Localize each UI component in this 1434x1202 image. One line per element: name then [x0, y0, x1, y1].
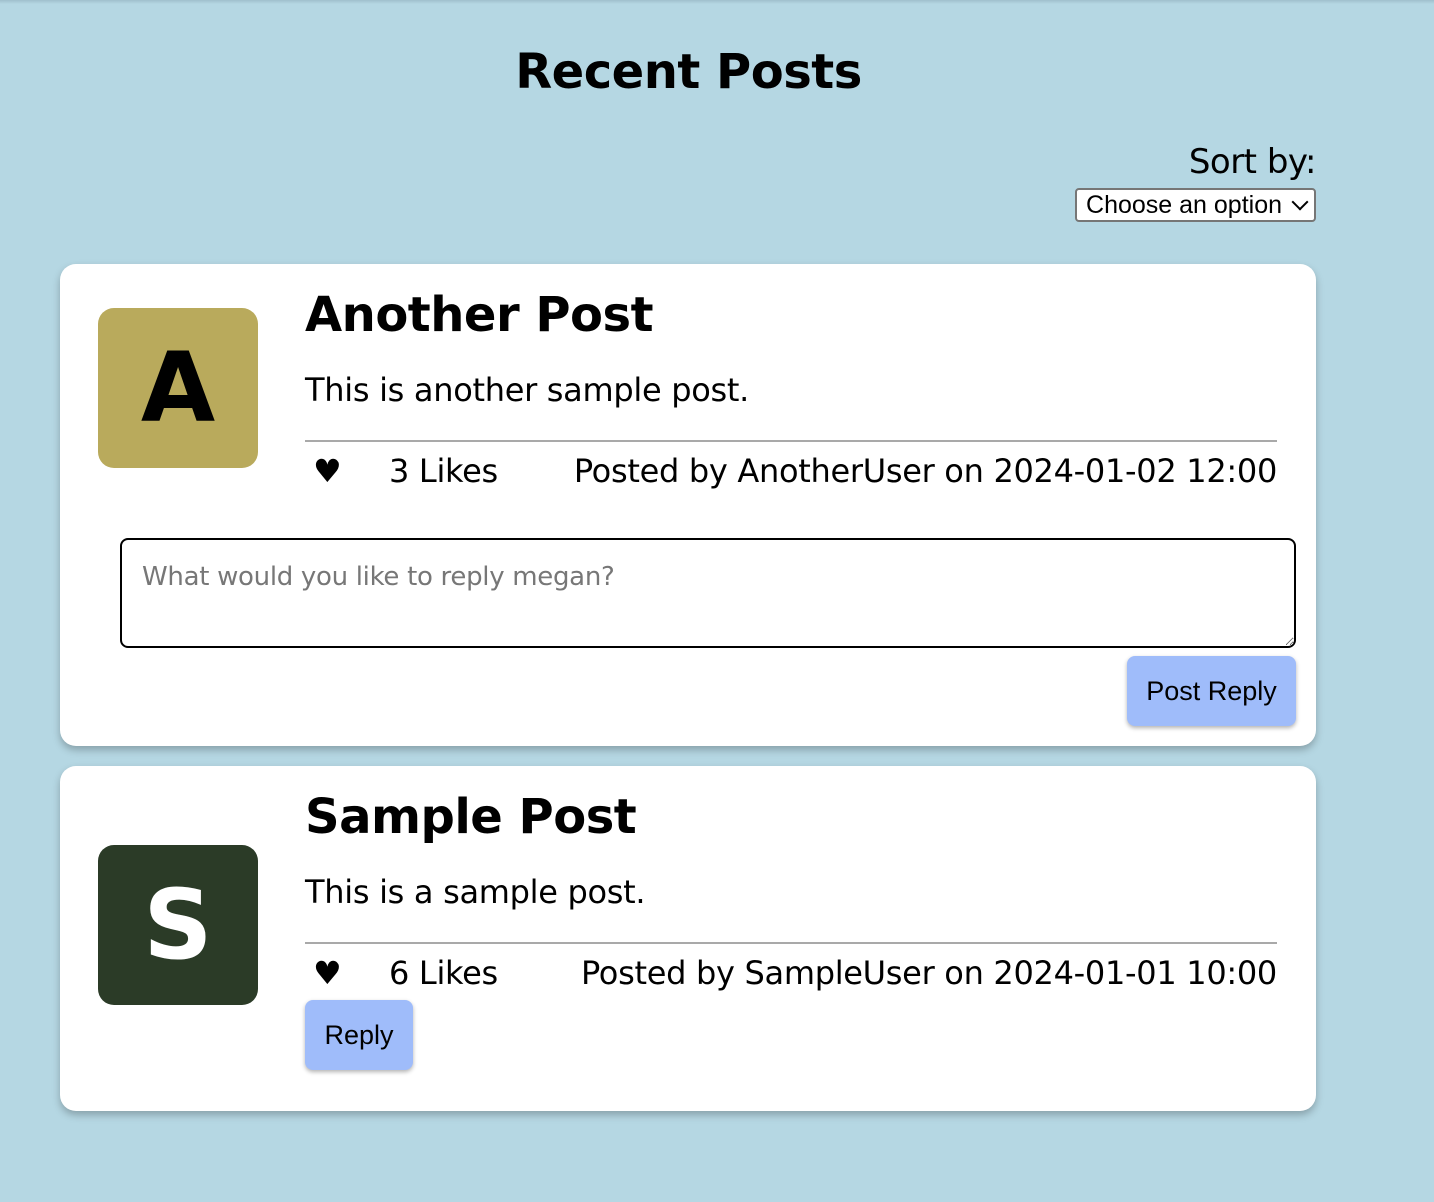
post-title: Sample Post — [305, 789, 637, 845]
post-card: S Sample Post This is a sample post. ♥ 6… — [60, 766, 1316, 1111]
post-content: Another Post This is another sample post… — [305, 286, 1277, 491]
sort-selected-value: Choose an option — [1086, 190, 1282, 219]
page-title: Recent Posts — [515, 44, 862, 100]
likes-count: 6 Likes — [389, 954, 498, 992]
post-footer: ♥ 6 Likes Posted by SampleUser on 2024-0… — [305, 942, 1277, 993]
reply-button[interactable]: Reply — [305, 1000, 413, 1070]
post-text: This is a sample post. — [305, 873, 646, 911]
avatar: A — [98, 308, 258, 468]
chevron-down-icon — [1291, 193, 1309, 211]
post-meta: Posted by AnotherUser on 2024-01-02 12:0… — [573, 452, 1277, 490]
avatar-letter: A — [140, 332, 216, 444]
post-card: A Another Post This is another sample po… — [60, 264, 1316, 746]
likes-count: 3 Likes — [389, 452, 498, 490]
post-text: This is another sample post. — [305, 371, 750, 409]
reply-textarea[interactable] — [120, 538, 1296, 648]
sort-select[interactable]: Choose an option — [1075, 188, 1316, 222]
sort-label: Sort by: — [1188, 142, 1317, 182]
post-title: Another Post — [305, 287, 654, 343]
top-shade — [0, 0, 1434, 4]
sort-control: Sort by: Choose an option — [1075, 140, 1316, 222]
post-reply-button[interactable]: Post Reply — [1127, 656, 1296, 726]
heart-icon[interactable]: ♥ — [313, 451, 342, 491]
post-footer: ♥ 3 Likes Posted by AnotherUser on 2024-… — [305, 440, 1277, 491]
heart-icon[interactable]: ♥ — [313, 953, 342, 993]
avatar: S — [98, 845, 258, 1005]
post-meta: Posted by SampleUser on 2024-01-01 10:00 — [580, 954, 1277, 992]
avatar-letter: S — [143, 869, 213, 981]
post-content: Sample Post This is a sample post. ♥ 6 L… — [305, 788, 1277, 993]
